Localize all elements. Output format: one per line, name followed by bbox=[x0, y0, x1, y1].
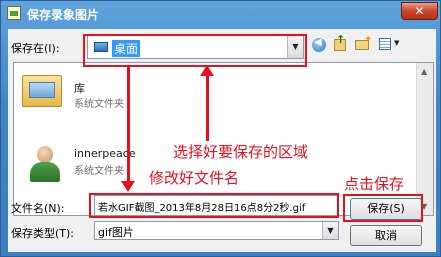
arrow-head-up-icon bbox=[200, 65, 214, 76]
chevron-down-icon[interactable]: ▼ bbox=[322, 222, 338, 239]
annotation-click-save: 点击保存 bbox=[344, 175, 405, 193]
annotation-choose-area: 选择好要保存的区域 bbox=[173, 143, 309, 161]
filetype-label: 保存类型(T): bbox=[11, 227, 75, 240]
window-title: 保存录象图片 bbox=[27, 8, 100, 22]
item-type: 系统文件夹 bbox=[74, 166, 124, 177]
up-folder-icon[interactable]: ↑ bbox=[333, 33, 347, 52]
library-icon bbox=[22, 75, 62, 107]
vertical-scrollbar[interactable]: ▲ ▼ bbox=[416, 63, 433, 215]
back-icon[interactable]: ◀ bbox=[312, 37, 326, 52]
view-menu-icon[interactable]: ▼ bbox=[379, 38, 403, 51]
save-in-label: 保存在(I): bbox=[11, 42, 60, 55]
arrow-line bbox=[206, 71, 209, 141]
filetype-value: gif图片 bbox=[98, 226, 134, 239]
save-dialog: 保存录象图片 ✕ 保存在(I): 桌面 ▼ ◀ ↑ ✦ ▼ 库 系统文件夹 in… bbox=[0, 0, 441, 257]
cancel-button[interactable]: 取消 bbox=[350, 225, 422, 246]
scroll-up-icon[interactable]: ▲ bbox=[421, 67, 427, 76]
picture-icon bbox=[7, 6, 21, 20]
save-highlight-box bbox=[343, 194, 423, 222]
list-item[interactable]: 库 系统文件夹 bbox=[18, 71, 178, 117]
arrow-head-down-icon bbox=[121, 181, 135, 192]
location-highlight-box bbox=[83, 34, 307, 67]
filename-highlight-box bbox=[89, 193, 339, 218]
item-name: 库 bbox=[74, 82, 85, 95]
new-folder-icon[interactable]: ✦ bbox=[355, 34, 372, 51]
annotation-rename: 修改好文件名 bbox=[149, 169, 240, 187]
user-icon bbox=[28, 146, 62, 182]
arrow-line bbox=[127, 67, 130, 185]
close-button[interactable]: ✕ bbox=[401, 2, 438, 20]
filetype-select[interactable]: gif图片 ▼ bbox=[94, 221, 339, 240]
title-bar: 保存录象图片 ✕ bbox=[1, 1, 441, 27]
filename-label: 文件名(N): bbox=[11, 202, 65, 215]
item-type: 系统文件夹 bbox=[74, 99, 124, 110]
